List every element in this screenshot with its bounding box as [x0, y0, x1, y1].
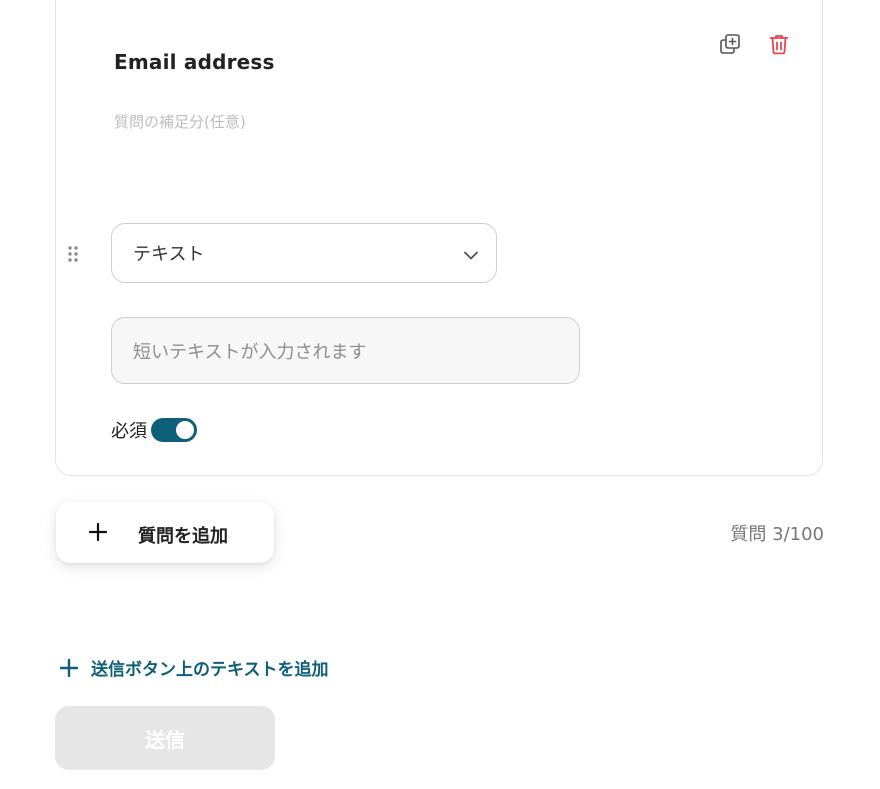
required-toggle[interactable]	[151, 418, 197, 442]
chevron-down-icon	[464, 251, 478, 260]
add-question-label: 質問を追加	[138, 526, 228, 547]
submit-button[interactable]: 送信	[55, 706, 275, 770]
question-type-value: テキスト	[133, 244, 205, 265]
trash-icon	[769, 35, 789, 55]
question-type-select[interactable]: テキスト	[111, 223, 497, 283]
card-actions	[717, 31, 792, 57]
toggle-knob	[176, 421, 194, 439]
question-title[interactable]: Email address	[114, 50, 275, 74]
plus-icon	[88, 522, 108, 542]
plus-icon	[59, 658, 79, 677]
answer-preview-field: 短いテキストが入力されます	[111, 317, 580, 384]
add-submit-text-link[interactable]: 送信ボタン上のテキストを追加	[59, 655, 329, 680]
duplicate-icon	[720, 34, 740, 54]
delete-button[interactable]	[766, 31, 792, 57]
question-description-input[interactable]: 質問の補足分(任意)	[114, 111, 246, 132]
required-row: 必須	[111, 417, 197, 443]
drag-handle-icon[interactable]	[67, 245, 81, 263]
submit-label: 送信	[145, 727, 185, 752]
question-count: 質問 3/100	[730, 524, 824, 545]
add-submit-text-label: 送信ボタン上のテキストを追加	[91, 660, 329, 680]
answer-placeholder: 短いテキストが入力されます	[133, 341, 367, 363]
duplicate-button[interactable]	[717, 31, 743, 57]
required-label: 必須	[111, 421, 147, 442]
add-question-button[interactable]: 質問を追加	[56, 502, 274, 563]
question-card: Email address 質問の補足分(任意) テキスト 短いテキストが入力さ…	[55, 0, 823, 476]
